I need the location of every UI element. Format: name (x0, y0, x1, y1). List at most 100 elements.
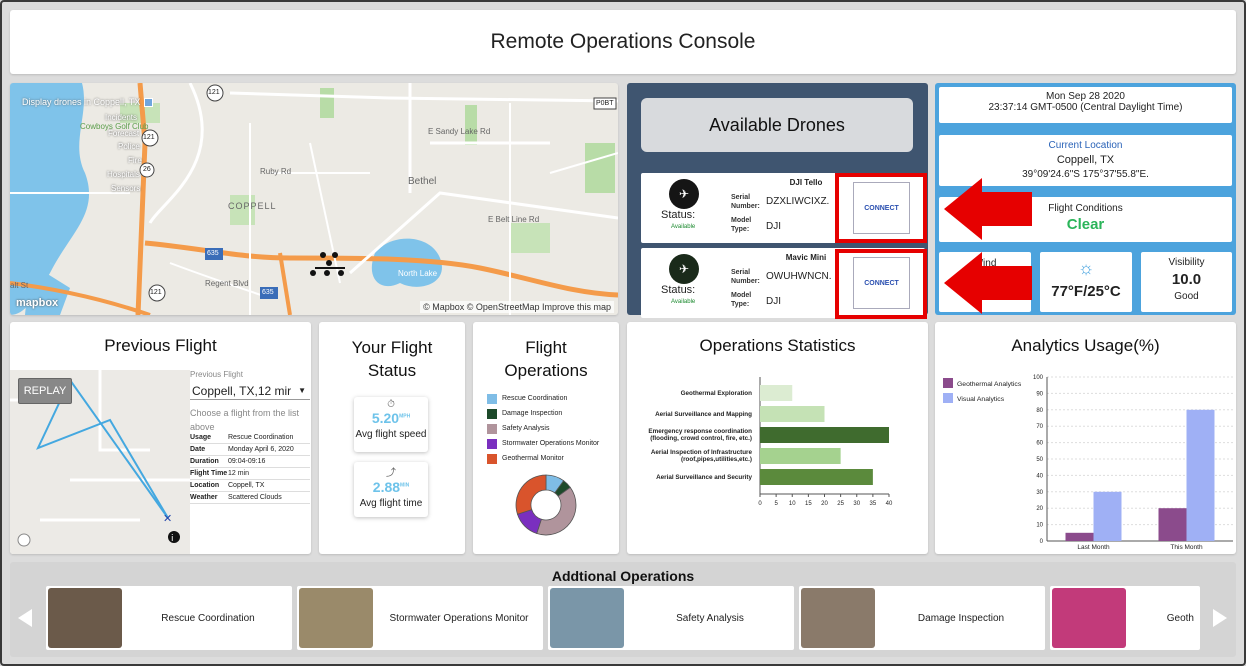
drone-map[interactable]: Display drones in Coppell, TX Incidents … (10, 83, 618, 315)
tick-label: 70 (1036, 424, 1043, 430)
operation-thumbnail (299, 588, 373, 648)
additional-operations: Addtional Operations Rescue Coordination… (10, 562, 1236, 657)
operation-label: Damage Inspection (917, 612, 1005, 624)
operations-statistics-title: Operations Statistics (699, 336, 856, 355)
display-drones-checkbox[interactable] (144, 97, 154, 107)
visibility-text: Good (1174, 291, 1199, 302)
model-label: Model Type: (731, 217, 752, 233)
operation-card[interactable]: Stormwater Operations Monitor (297, 586, 543, 650)
drone-status-label: Status: (661, 209, 696, 221)
legend-label: Visual Analytics (957, 396, 1005, 403)
serial-label: Serial Number: (731, 269, 760, 285)
tick-label: 60 (1036, 441, 1043, 447)
operation-card[interactable]: Rescue Coordination (46, 586, 292, 650)
layer-fire[interactable]: Fire (128, 156, 142, 165)
place-alt-st: alt St (10, 281, 29, 290)
carousel-next-arrow[interactable] (1213, 609, 1227, 627)
table-row: Date Monday April 6, 2020 (190, 444, 310, 456)
category-label: (roof,pipes,utilities,etc.) (681, 456, 752, 463)
avg-speed-card: ⏱ 5.20MPH Avg flight speed (354, 397, 428, 452)
operation-card[interactable]: Geoth (1050, 586, 1200, 650)
layer-incidents[interactable]: Incidents (105, 113, 137, 122)
avg-speed-unit: MPH (399, 413, 411, 420)
location-value: Coppell, TX (1056, 154, 1115, 166)
flight-operations-legend: Rescue Coordination Damage Inspection Sa… (487, 391, 599, 466)
operation-thumbnail (550, 588, 624, 648)
flight-details-table: Usage Rescue Coordination Date Monday Apri… (190, 432, 310, 504)
legend-item: Rescue Coordination (487, 391, 599, 406)
bar (760, 448, 841, 464)
bar (1065, 532, 1094, 541)
legend-item: Damage Inspection (487, 406, 599, 421)
bar (760, 385, 793, 401)
table-row: Usage Rescue Coordination (190, 432, 310, 444)
tick-label: 40 (886, 501, 893, 507)
datetime-card: Mon Sep 28 2020 23:37:14 GMT-0500 (Centr… (939, 87, 1232, 123)
route-icon: ⤴ (386, 468, 396, 479)
operation-thumbnail (1052, 588, 1126, 648)
drone-icon: ✈ (669, 179, 699, 209)
tick-label: 15 (805, 501, 812, 507)
replay-button[interactable]: REPLAY (18, 378, 72, 404)
carousel-prev-arrow[interactable] (18, 609, 32, 627)
flight-operations-title: Flight Operations (504, 338, 588, 380)
table-row: Weather Scattered Clouds (190, 492, 310, 504)
donut-slice (515, 474, 547, 515)
additional-operations-title: Addtional Operations (551, 568, 695, 584)
bar (760, 406, 825, 422)
connect-button-tello[interactable]: CONNECT (853, 182, 910, 234)
tick-label: 30 (853, 501, 860, 507)
visibility-card: Visibility 10.0 Good (1141, 252, 1232, 312)
flight-operations-donut (515, 474, 577, 536)
map-attribution[interactable]: © Mapbox © OpenStreetMap Improve this ma… (420, 301, 614, 313)
category-label: (flooding, crowd control, fire, etc.) (650, 435, 752, 442)
layer-sensors[interactable]: Sensors (111, 184, 140, 193)
shield-635b: 635 (262, 289, 274, 296)
serial-value: DZXLIWCIXZ. (766, 196, 830, 207)
display-drones-toggle[interactable]: Display drones in Coppell, TX (22, 97, 154, 107)
tick-label: 30 (1036, 490, 1043, 496)
table-row: Duration 09:04-09:16 (190, 456, 310, 468)
bar (760, 427, 889, 443)
tick-label: 0 (758, 501, 762, 507)
flight-path-map[interactable]: ✕ i REPLAY (10, 370, 190, 554)
tick-label: 10 (789, 501, 796, 507)
operations-statistics-chart: Geothermal Exploration Aerial Surveillanc… (648, 377, 893, 507)
table-row: Location Coppell, TX (190, 480, 310, 492)
bar (1186, 409, 1215, 541)
layer-police[interactable]: Police (118, 142, 140, 151)
avg-speed-label: Avg flight speed (355, 429, 427, 440)
mapbox-logo[interactable]: mapbox (16, 297, 58, 309)
operation-card[interactable]: Safety Analysis (548, 586, 794, 650)
page-title: Remote Operations Console (490, 30, 756, 53)
avg-time-card: ⤴ 2.88MIN Avg flight time (354, 462, 428, 517)
drone-status-label: Status: (661, 284, 696, 296)
map-canvas[interactable] (10, 83, 618, 315)
tick-label: 20 (1036, 506, 1043, 512)
previous-flight-panel: Previous Flight ✕ i REPLAY Previous Flig… (10, 322, 311, 554)
connect-button-mavic[interactable]: CONNECT (853, 257, 910, 309)
stopwatch-icon: ⏱ (387, 399, 395, 410)
tick-label: 50 (1036, 457, 1043, 463)
tick-label: 25 (837, 501, 844, 507)
serial-value: OWUHWNCN. (766, 271, 832, 282)
road-ruby: Ruby Rd (260, 167, 292, 176)
flight-status-panel: Your Flight Status ⏱ 5.20MPH Avg flight … (319, 322, 465, 554)
model-value: DJI (766, 221, 781, 232)
arrow-icon (944, 252, 1032, 314)
operation-card[interactable]: Damage Inspection (799, 586, 1045, 650)
shield-635a: 635 (207, 250, 219, 257)
operation-label: Geoth (1166, 612, 1194, 624)
tick-label: 10 (1036, 523, 1043, 529)
layer-hospitals[interactable]: Hospitals (107, 170, 140, 179)
tick-label: 35 (870, 501, 877, 507)
model-value: DJI (766, 296, 781, 307)
category-label: Aerial Inspection of Infrastructure (651, 449, 753, 456)
previous-flight-select[interactable]: Coppell, TX,12 mir ▼ (190, 382, 310, 400)
chevron-down-icon: ▼ (298, 386, 306, 395)
bar (760, 469, 873, 485)
tick-label: 20 (821, 501, 828, 507)
tick-label: 40 (1036, 473, 1043, 479)
analytics-usage-chart: 0 10 20 30 40 50 60 70 80 90 100 Last Month This Mon… (943, 375, 1233, 551)
road-regent: Regent Blvd (205, 279, 249, 288)
